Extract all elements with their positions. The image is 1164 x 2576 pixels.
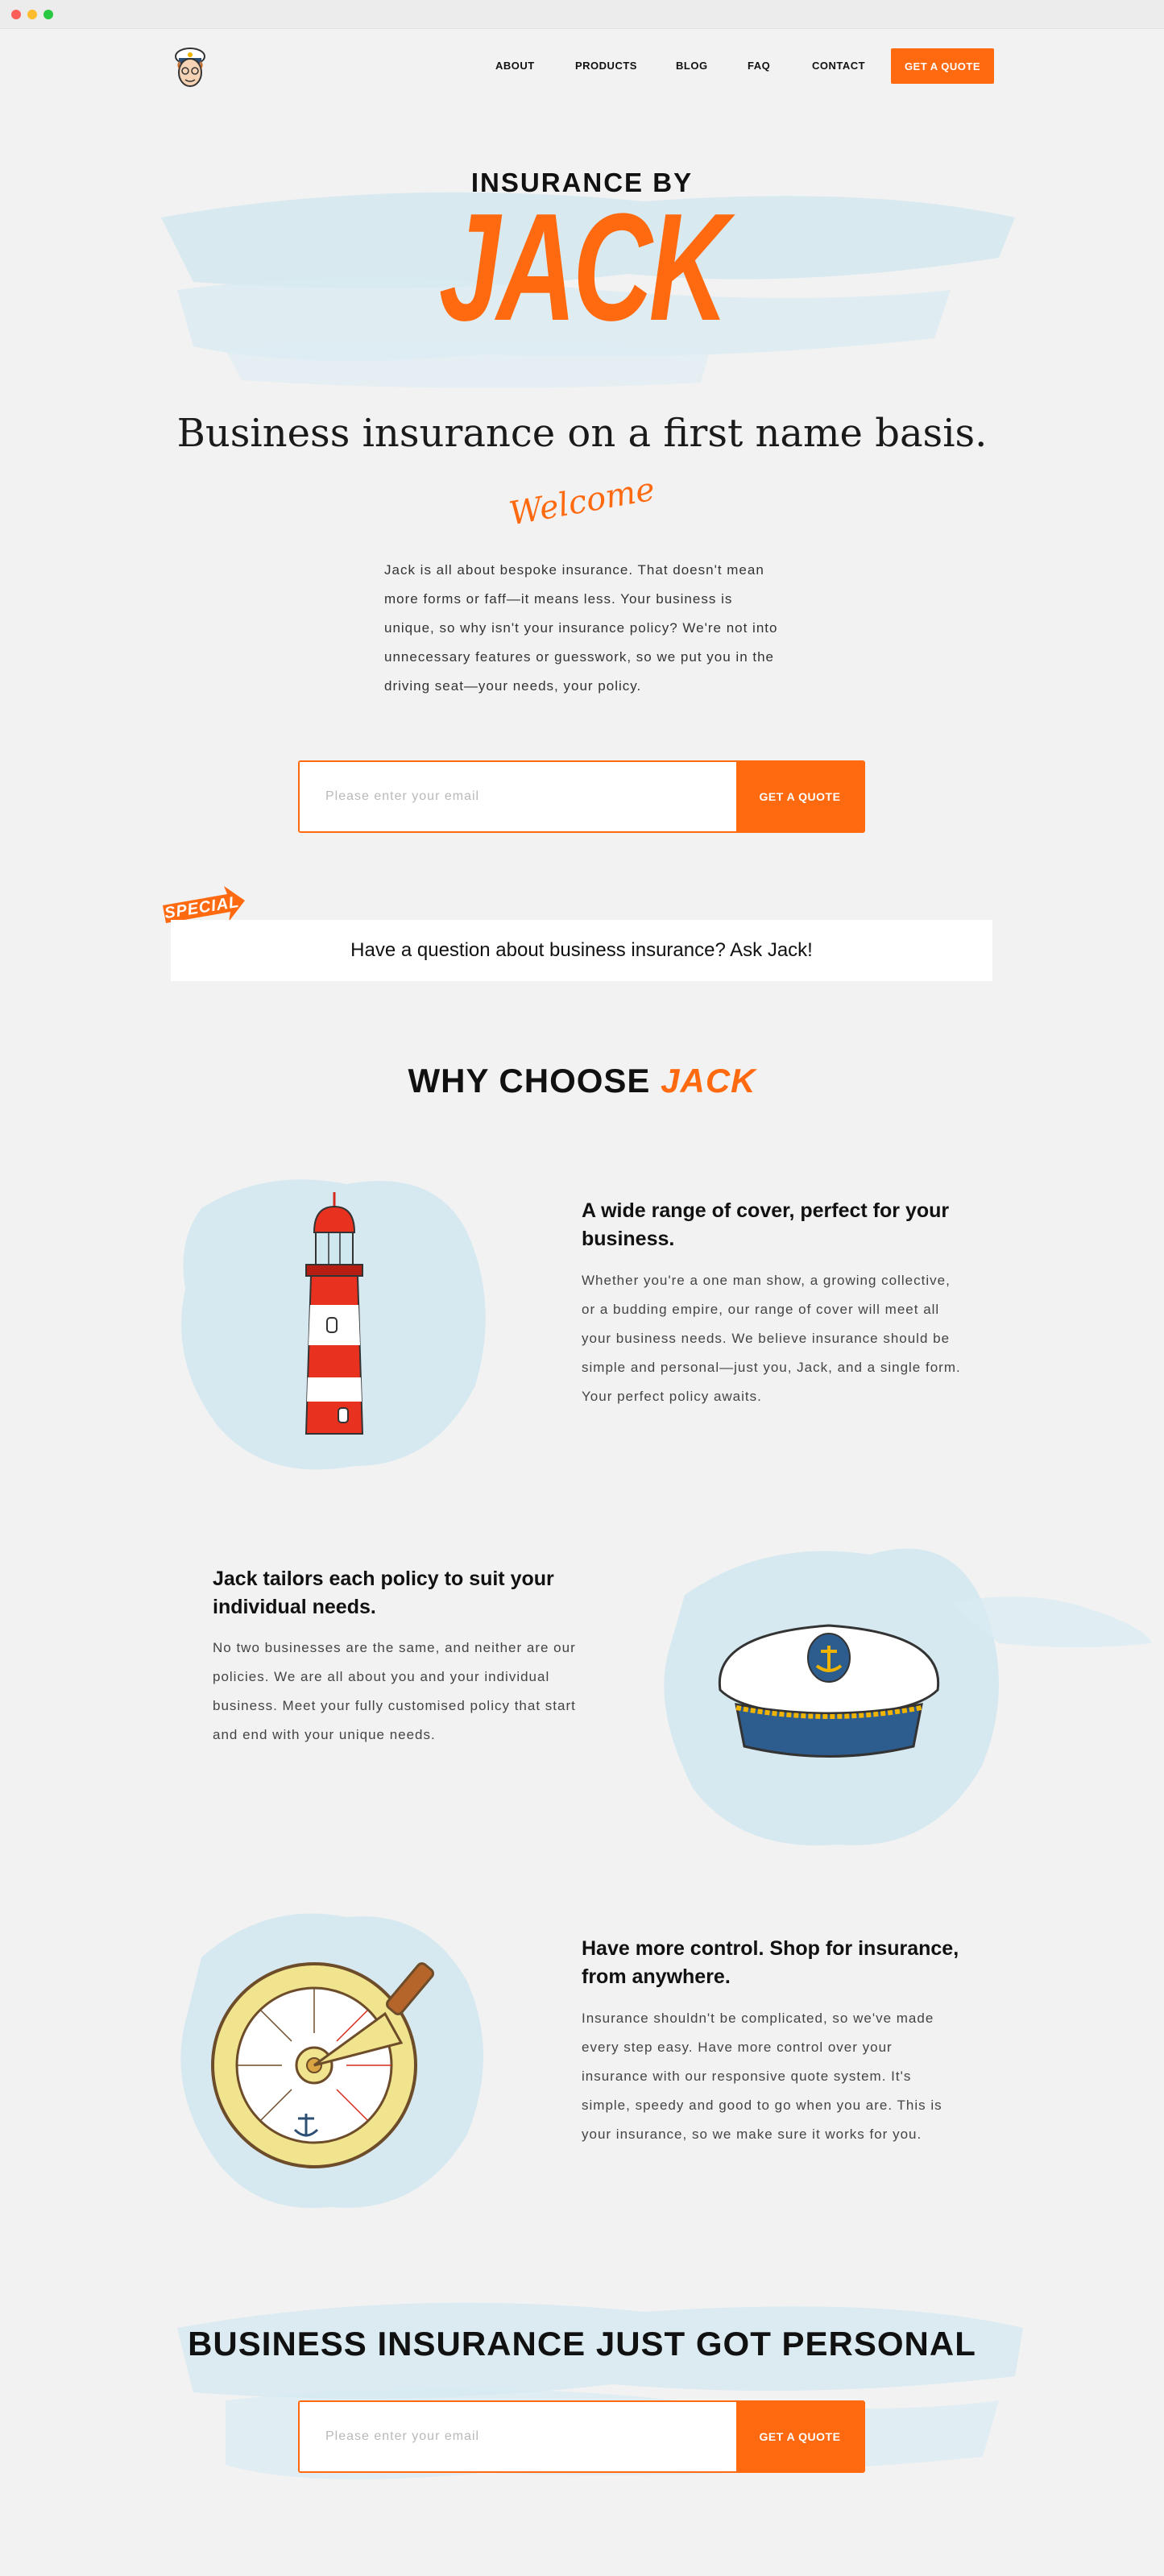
browser-chrome	[0, 0, 1164, 29]
closing-get-quote-button[interactable]: GET A QUOTE	[736, 2402, 864, 2471]
hero-email-input[interactable]	[300, 762, 736, 831]
maximize-window-dot[interactable]	[43, 10, 53, 19]
intro-paragraph: Jack is all about bespoke insurance. Tha…	[384, 562, 778, 694]
nav-products[interactable]: PRODUCTS	[575, 60, 637, 72]
closing-quote-form: GET A QUOTE	[298, 2400, 865, 2473]
feature-3-title: Have more control. Shop for insurance, f…	[582, 1937, 959, 1988]
why-choose-heading: WHY CHOOSE JACK	[0, 1062, 1164, 1100]
feature-1-body: Whether you're a one man show, a growing…	[582, 1273, 961, 1404]
lighthouse-icon	[304, 1192, 364, 1435]
feature-1-title: A wide range of cover, perfect for your …	[582, 1199, 950, 1250]
why-choose-title: WHY CHOOSE	[408, 1062, 651, 1100]
jack-logo-icon[interactable]	[171, 45, 209, 90]
nav-contact[interactable]: CONTACT	[812, 60, 865, 72]
closing-heading: BUSINESS INSURANCE JUST GOT PERSONAL	[188, 2325, 976, 2363]
minimize-window-dot[interactable]	[27, 10, 37, 19]
feature-2-body: No two businesses are the same, and neit…	[213, 1640, 576, 1742]
captain-hat-icon	[718, 1624, 940, 1758]
hero-brand-wordmark: JACK	[438, 182, 729, 353]
closing-email-input[interactable]	[300, 2402, 736, 2471]
nav-faq[interactable]: FAQ	[748, 60, 770, 72]
close-window-dot[interactable]	[11, 10, 21, 19]
hero-get-quote-button[interactable]: GET A QUOTE	[736, 762, 864, 831]
feature-2-title: Jack tailors each policy to suit your in…	[213, 1568, 554, 1618]
hero-quote-form: GET A QUOTE	[298, 760, 865, 833]
why-choose-accent: JACK	[661, 1062, 756, 1100]
nav-get-quote-button[interactable]: GET A QUOTE	[891, 48, 994, 84]
feature-3-body: Insurance shouldn't be complicated, so w…	[582, 2011, 942, 2142]
compass-icon	[211, 1962, 434, 2168]
ask-jack-banner[interactable]: Have a question about business insurance…	[171, 920, 992, 981]
nav-blog[interactable]: BLOG	[676, 60, 708, 72]
nav-about[interactable]: ABOUT	[495, 60, 535, 72]
